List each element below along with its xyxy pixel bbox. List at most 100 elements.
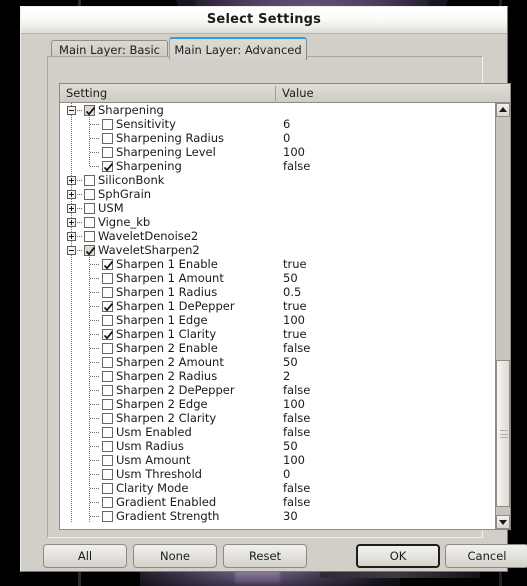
table-row[interactable]: Gradient Strength 30 bbox=[60, 509, 495, 523]
table-row[interactable]: Sharpen 1 DePepper true bbox=[60, 299, 495, 313]
reset-button[interactable]: Reset bbox=[223, 544, 307, 568]
row-value: false bbox=[283, 495, 311, 509]
row-checkbox[interactable] bbox=[102, 329, 114, 340]
table-row[interactable]: WaveletDenoise2 bbox=[60, 229, 495, 243]
row-checkbox[interactable] bbox=[102, 371, 113, 382]
row-value: 30 bbox=[283, 509, 298, 523]
row-checkbox[interactable] bbox=[102, 343, 113, 354]
row-checkbox[interactable] bbox=[102, 315, 113, 326]
none-button[interactable]: None bbox=[133, 544, 217, 568]
row-checkbox[interactable] bbox=[102, 287, 113, 298]
row-label: Sharpen 1 Edge bbox=[116, 313, 208, 327]
scrollbar-up-button[interactable] bbox=[496, 103, 510, 117]
table-row[interactable]: Usm Threshold 0 bbox=[60, 467, 495, 481]
table-row[interactable]: Sharpening Radius 0 bbox=[60, 131, 495, 145]
row-checkbox[interactable] bbox=[102, 455, 113, 466]
table-row[interactable]: Sharpen 2 Clarity false bbox=[60, 411, 495, 425]
row-checkbox[interactable] bbox=[102, 119, 113, 130]
table-row[interactable]: Sharpening false bbox=[60, 159, 495, 173]
dialog-button-row: All None Reset OK Cancel bbox=[21, 544, 527, 570]
row-checkbox[interactable] bbox=[102, 147, 113, 158]
table-row[interactable]: Sharpen 2 Edge 100 bbox=[60, 397, 495, 411]
scrollbar-thumb[interactable] bbox=[496, 359, 510, 508]
tree-expand-icon[interactable] bbox=[67, 218, 76, 227]
tree-collapse-icon[interactable] bbox=[67, 106, 76, 115]
row-value: 0.5 bbox=[283, 285, 302, 299]
table-row[interactable]: Sharpen 2 DePepper false bbox=[60, 383, 495, 397]
row-checkbox[interactable] bbox=[102, 469, 113, 480]
row-checkbox[interactable] bbox=[102, 497, 113, 508]
tree-expand-icon[interactable] bbox=[67, 190, 76, 199]
row-checkbox[interactable] bbox=[102, 133, 113, 144]
all-button[interactable]: All bbox=[43, 544, 127, 568]
row-label: Sharpening bbox=[116, 159, 182, 173]
scrollbar-grip-line bbox=[500, 433, 508, 435]
table-row[interactable]: Sharpen 2 Enable false bbox=[60, 341, 495, 355]
table-row[interactable]: Clarity Mode false bbox=[60, 481, 495, 495]
row-checkbox[interactable] bbox=[102, 413, 113, 424]
row-checkbox[interactable] bbox=[102, 259, 114, 270]
row-value: false bbox=[283, 341, 311, 355]
table-row[interactable]: WaveletSharpen2 bbox=[60, 243, 495, 257]
row-checkbox[interactable] bbox=[102, 273, 113, 284]
table-row[interactable]: SiliconBonk bbox=[60, 173, 495, 187]
column-header-value[interactable]: Value bbox=[282, 86, 314, 100]
row-value: false bbox=[283, 425, 311, 439]
table-row[interactable]: Sensitivity 6 bbox=[60, 117, 495, 131]
table-row[interactable]: Usm Amount 100 bbox=[60, 453, 495, 467]
tree-expand-icon[interactable] bbox=[67, 176, 76, 185]
row-checkbox[interactable] bbox=[84, 175, 95, 186]
row-checkbox[interactable] bbox=[84, 231, 95, 242]
row-checkbox[interactable] bbox=[102, 301, 114, 312]
cancel-button[interactable]: Cancel bbox=[445, 544, 527, 568]
row-checkbox[interactable] bbox=[84, 203, 95, 214]
row-value: 50 bbox=[283, 439, 298, 453]
table-row[interactable]: Vigne_kb bbox=[60, 215, 495, 229]
row-label: Gradient Enabled bbox=[116, 495, 217, 509]
row-checkbox[interactable] bbox=[102, 511, 113, 522]
row-label: Sharpening Level bbox=[116, 145, 216, 159]
table-row[interactable]: Sharpen 2 Radius 2 bbox=[60, 369, 495, 383]
table-row[interactable]: Sharpen 1 Enable true bbox=[60, 257, 495, 271]
row-checkbox[interactable] bbox=[102, 399, 113, 410]
table-row[interactable]: Usm Enabled false bbox=[60, 425, 495, 439]
table-row[interactable]: Sharpen 2 Amount 50 bbox=[60, 355, 495, 369]
row-checkbox[interactable] bbox=[84, 189, 95, 200]
table-row[interactable]: Gradient Enabled false bbox=[60, 495, 495, 509]
table-row[interactable]: USM bbox=[60, 201, 495, 215]
row-checkbox[interactable] bbox=[84, 217, 95, 228]
row-value: 50 bbox=[283, 355, 298, 369]
tab-main-layer-advanced[interactable]: Main Layer: Advanced bbox=[169, 37, 307, 60]
column-header-setting[interactable]: Setting bbox=[66, 86, 107, 100]
vertical-scrollbar[interactable] bbox=[495, 103, 510, 529]
row-checkbox[interactable] bbox=[84, 105, 96, 116]
screen: Select Settings Main Layer: Basic Main L… bbox=[0, 0, 527, 586]
table-row[interactable]: SphGrain bbox=[60, 187, 495, 201]
ok-button[interactable]: OK bbox=[356, 544, 440, 568]
row-checkbox[interactable] bbox=[102, 357, 113, 368]
row-value: 100 bbox=[283, 145, 305, 159]
table-row[interactable]: Sharpen 1 Amount 50 bbox=[60, 271, 495, 285]
settings-tree-body[interactable]: Sharpening Sensitivity 6 Sharpening Radius 0… bbox=[60, 103, 495, 529]
row-checkbox[interactable] bbox=[102, 427, 113, 438]
tree-expand-icon[interactable] bbox=[67, 204, 76, 213]
table-row[interactable]: Sharpening bbox=[60, 103, 495, 117]
row-checkbox[interactable] bbox=[102, 385, 113, 396]
table-row[interactable]: Sharpen 1 Clarity true bbox=[60, 327, 495, 341]
row-label: SiliconBonk bbox=[98, 173, 165, 187]
tree-guide bbox=[77, 222, 83, 223]
row-checkbox[interactable] bbox=[102, 483, 113, 494]
triangle-down-icon bbox=[499, 520, 507, 525]
column-divider[interactable] bbox=[275, 86, 276, 101]
row-checkbox[interactable] bbox=[84, 245, 96, 256]
scrollbar-down-button[interactable] bbox=[496, 515, 510, 529]
table-row[interactable]: Sharpen 1 Edge 100 bbox=[60, 313, 495, 327]
table-row[interactable]: Sharpen 1 Radius 0.5 bbox=[60, 285, 495, 299]
tree-expand-icon[interactable] bbox=[67, 232, 76, 241]
table-row[interactable]: Usm Radius 50 bbox=[60, 439, 495, 453]
row-label: Sharpen 1 Radius bbox=[116, 285, 218, 299]
tree-collapse-icon[interactable] bbox=[67, 246, 76, 255]
table-row[interactable]: Sharpening Level 100 bbox=[60, 145, 495, 159]
row-checkbox[interactable] bbox=[102, 441, 113, 452]
row-checkbox[interactable] bbox=[102, 161, 114, 172]
